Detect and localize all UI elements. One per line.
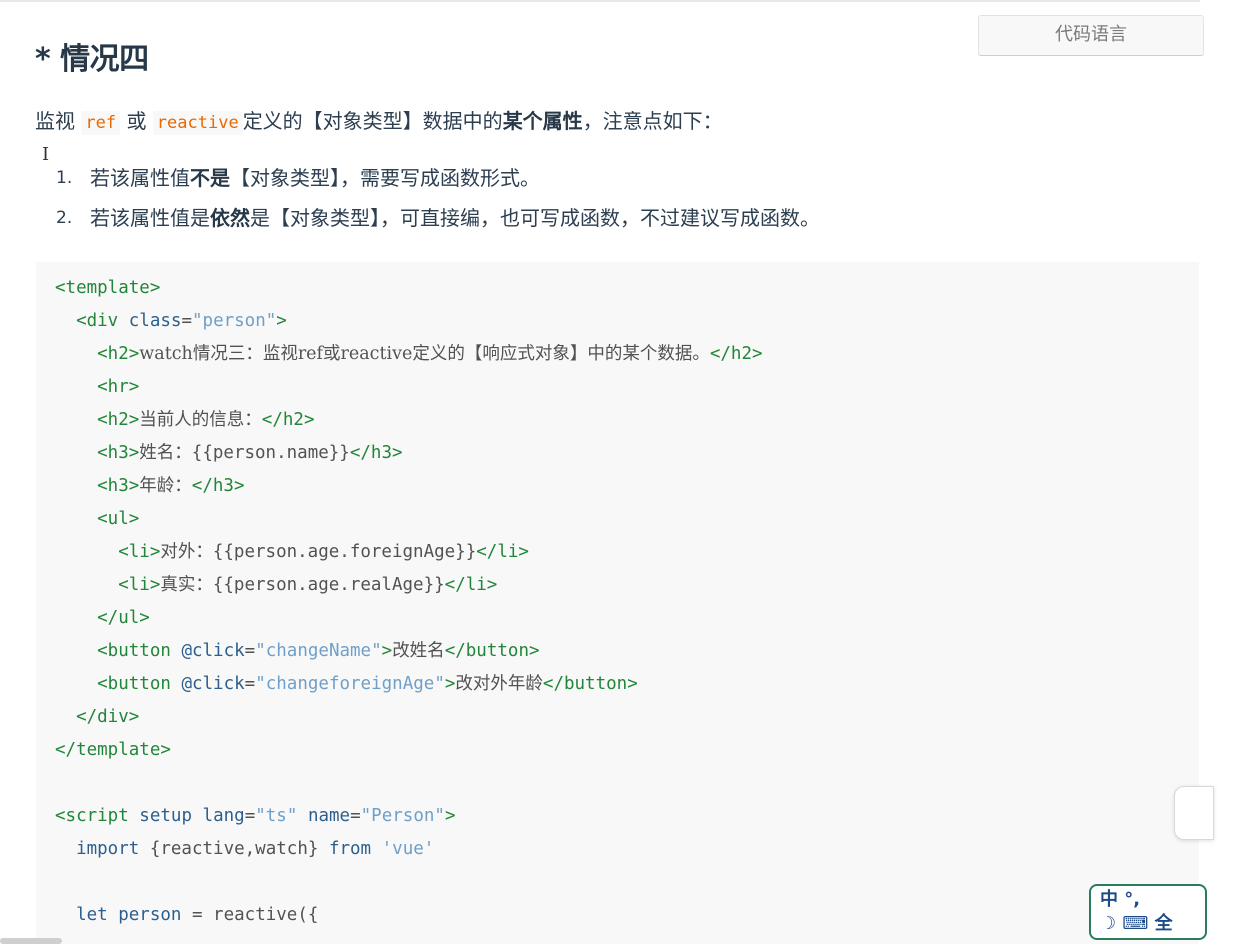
list-text: 若该属性值是依然是【对象类型】，可直接编，也可写成函数，不过建议写成函数。 [90,206,820,230]
code-block[interactable]: <template> <div class="person"> <h2>watc… [36,262,1199,944]
intro-text-4: ，注意点如下： [582,109,723,133]
intro-paragraph: 监视 ref 或 reactive 定义的【对象类型】数据中的某个属性，注意点如下… [35,106,723,138]
intro-bold: 某个属性 [502,109,583,133]
list-number: 2. [56,208,73,228]
ime-line-1: 中 °, [1100,889,1141,910]
list-number: 1. [56,168,73,188]
horizontal-scrollbar-thumb[interactable] [0,938,62,944]
inline-code-reactive: reactive [152,111,243,135]
ime-status-widget[interactable]: 中 °, ☽ ⌨ 全 [1089,884,1207,940]
section-heading: * 情况四 [35,42,149,77]
text-cursor-icon: I [42,144,50,165]
inline-code-ref: ref [81,111,121,135]
side-toolbar-tab[interactable] [1174,786,1214,840]
code-content: <template> <div class="person"> <h2>watc… [55,278,763,925]
ime-line-2: ☽ ⌨ 全 [1100,913,1173,934]
top-divider [0,0,1200,2]
list-text: 若该属性值不是【对象类型】，需要写成函数形式。 [90,166,540,190]
intro-text-1: 监视 [35,109,75,133]
intro-text-3: 定义的【对象类型】数据中的 [242,109,503,133]
intro-text-2: 或 [126,109,147,133]
code-language-button[interactable]: 代码语言 [978,15,1204,56]
